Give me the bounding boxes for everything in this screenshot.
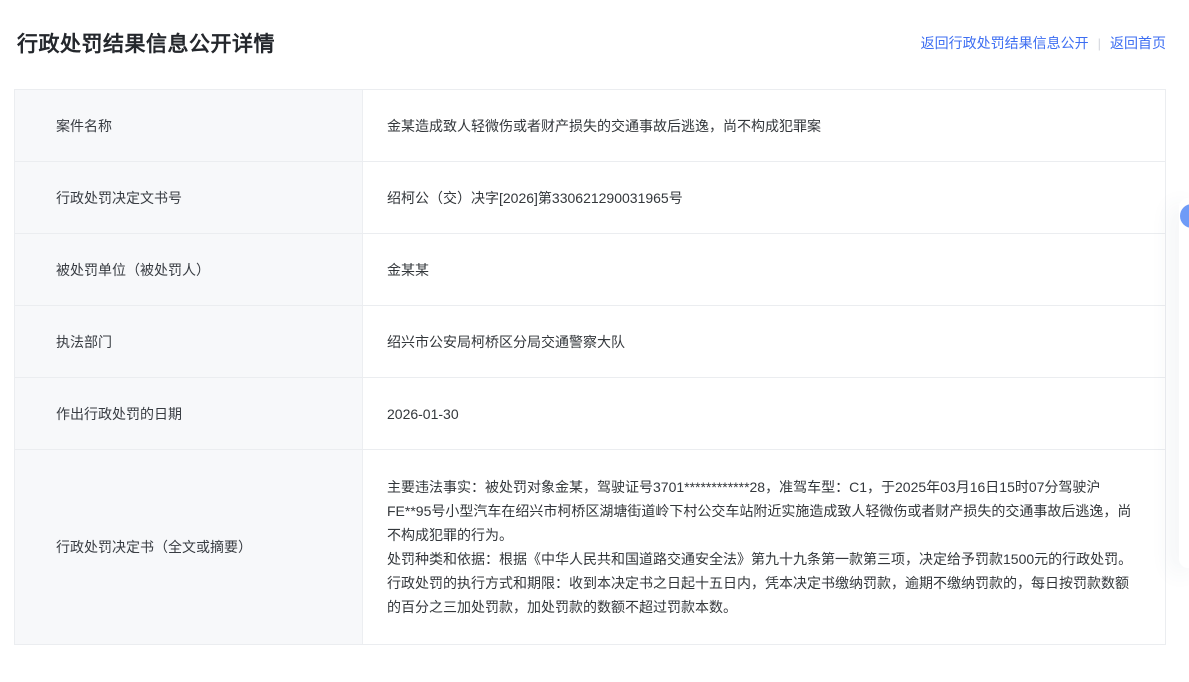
row-value: 金某某: [387, 261, 429, 278]
table-row-document-number: 行政处罚决定文书号 绍柯公（交）决字[2026]第330621290031965…: [15, 162, 1165, 234]
floating-widget-panel: [1179, 198, 1189, 568]
row-label: 被处罚单位（被处罚人）: [15, 234, 363, 305]
row-value: 2026-01-30: [387, 405, 459, 422]
row-label: 行政处罚决定书（全文或摘要）: [15, 450, 363, 644]
back-to-home-link[interactable]: 返回首页: [1110, 33, 1166, 53]
link-divider: |: [1097, 35, 1101, 51]
table-row-penalty-decision: 行政处罚决定书（全文或摘要） 主要违法事实：被处罚对象金某，驾驶证号3701**…: [15, 450, 1165, 644]
decision-paragraph-facts: 主要违法事实：被处罚对象金某，驾驶证号3701************28，准驾…: [387, 479, 1132, 543]
table-row-enforcement-department: 执法部门 绍兴市公安局柯桥区分局交通警察大队: [15, 306, 1165, 378]
page-header: 行政处罚结果信息公开详情 返回行政处罚结果信息公开 | 返回首页: [0, 0, 1189, 58]
back-to-penalty-list-link[interactable]: 返回行政处罚结果信息公开: [921, 33, 1089, 53]
row-label: 行政处罚决定文书号: [15, 162, 363, 233]
penalty-detail-table: 案件名称 金某造成致人轻微伤或者财产损失的交通事故后逃逸，尚不构成犯罪案 行政处…: [14, 89, 1166, 645]
table-row-case-name: 案件名称 金某造成致人轻微伤或者财产损失的交通事故后逃逸，尚不构成犯罪案: [15, 90, 1165, 162]
decision-paragraph-execution: 行政处罚的执行方式和期限：收到本决定书之日起十五日内，凭本决定书缴纳罚款，逾期不…: [387, 575, 1129, 615]
row-label: 执法部门: [15, 306, 363, 377]
row-label: 案件名称: [15, 90, 363, 161]
row-value: 绍兴市公安局柯桥区分局交通警察大队: [387, 333, 625, 350]
row-label: 作出行政处罚的日期: [15, 378, 363, 449]
decision-paragraph-basis: 处罚种类和依据：根据《中华人民共和国道路交通安全法》第九十九条第一款第三项，决定…: [387, 551, 1133, 567]
row-value: 绍柯公（交）决字[2026]第330621290031965号: [387, 189, 683, 206]
row-value: 金某造成致人轻微伤或者财产损失的交通事故后逃逸，尚不构成犯罪案: [387, 117, 821, 134]
table-row-punished-party: 被处罚单位（被处罚人） 金某某: [15, 234, 1165, 306]
row-value: 主要违法事实：被处罚对象金某，驾驶证号3701************28，准驾…: [363, 450, 1165, 644]
table-row-penalty-date: 作出行政处罚的日期 2026-01-30: [15, 378, 1165, 450]
page-title: 行政处罚结果信息公开详情: [17, 33, 275, 56]
header-links: 返回行政处罚结果信息公开 | 返回首页: [921, 33, 1166, 53]
